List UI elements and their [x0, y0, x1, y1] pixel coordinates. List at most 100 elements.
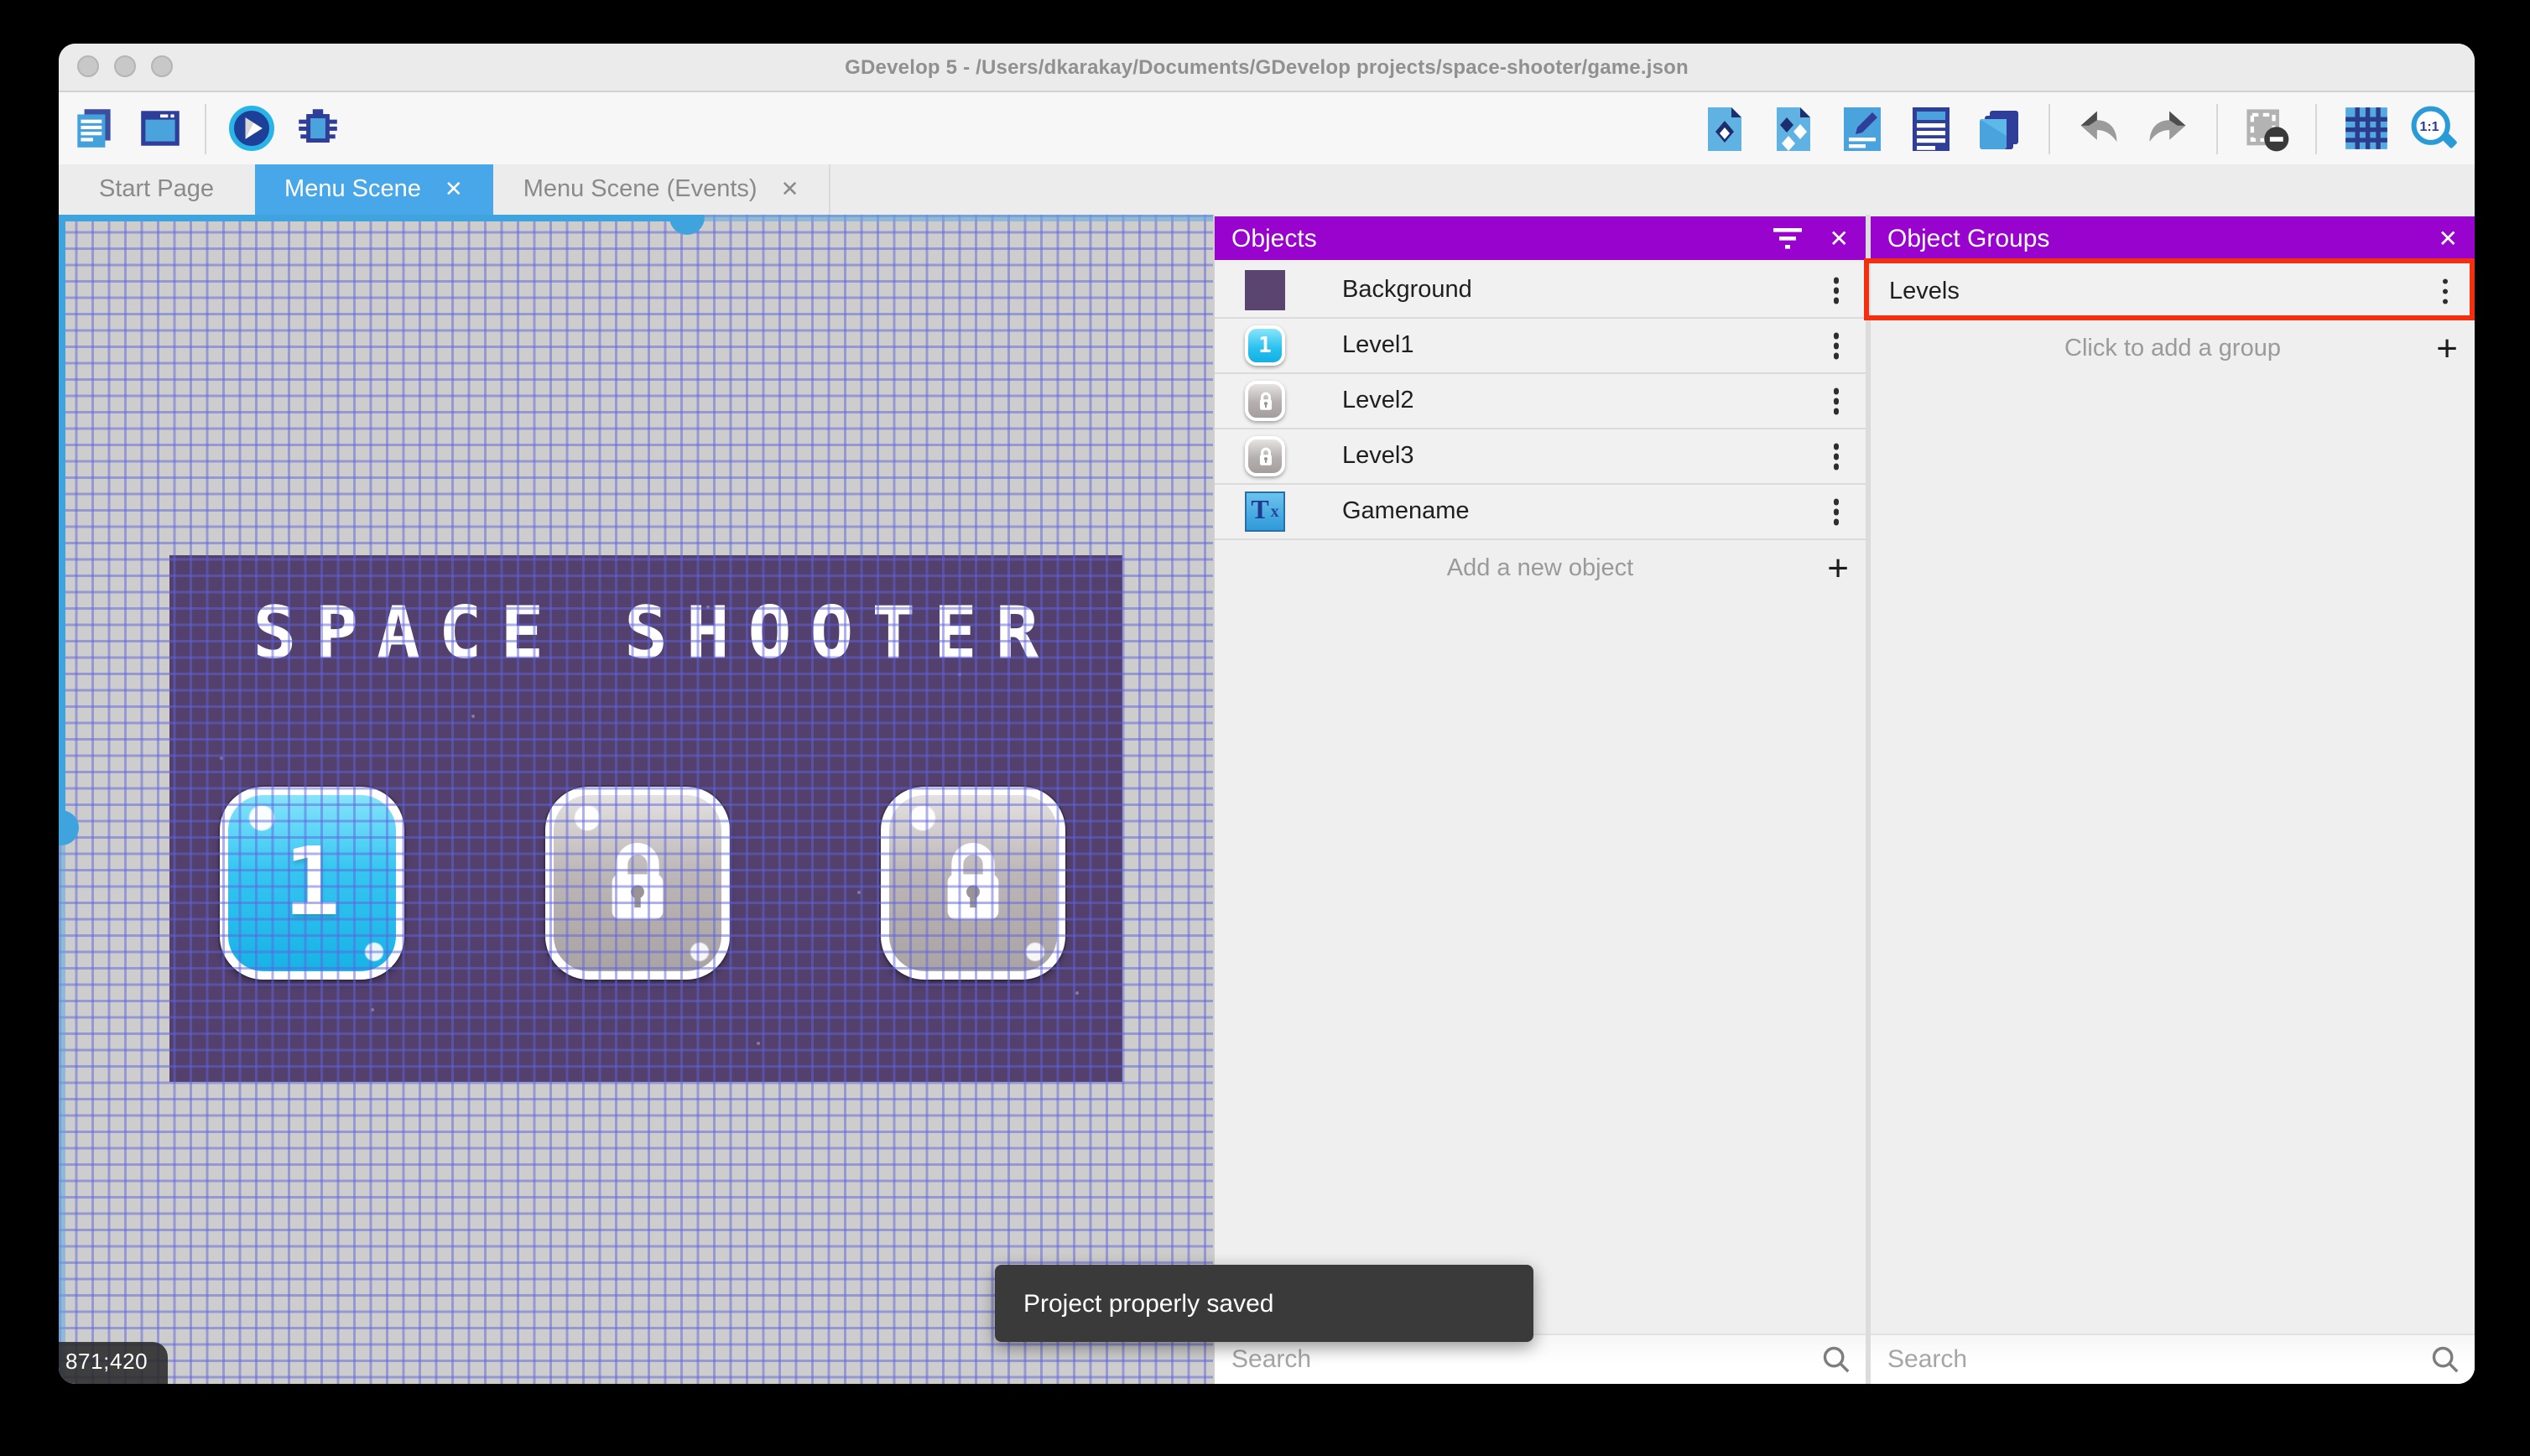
tab-menu-scene[interactable]: Menu Scene ✕ — [254, 164, 493, 215]
selection-edge-top-faded — [701, 215, 1213, 221]
properties-icon[interactable] — [1837, 103, 1887, 153]
grid-icon[interactable] — [2340, 103, 2391, 153]
lock-icon — [1254, 444, 1276, 469]
search-icon — [2429, 1344, 2461, 1375]
plus-icon[interactable]: + — [2436, 330, 2458, 367]
objects-editor-icon[interactable] — [1700, 103, 1750, 153]
lock-icon — [926, 829, 1020, 937]
toast: Project properly saved — [995, 1265, 1533, 1342]
window-title: GDevelop 5 - /Users/dkarakay/Documents/G… — [59, 55, 2475, 79]
undo-icon[interactable] — [2074, 103, 2124, 153]
object-thumbnail-lock — [1245, 381, 1285, 421]
object-row-background[interactable]: Background — [1215, 263, 1866, 319]
level1-digit: 1 — [284, 829, 340, 938]
groups-list: Levels Click to add a group + — [1871, 260, 2475, 376]
lock-icon — [1254, 388, 1276, 413]
selection-resize-handle-left[interactable] — [59, 810, 79, 845]
objects-panel: Objects ✕ Background 1 Level1 — [1213, 215, 1866, 1384]
group-name: Levels — [1889, 278, 1960, 304]
scene-window-icon[interactable] — [134, 103, 185, 153]
level1-button-object[interactable]: 1 — [220, 787, 404, 980]
gdevelop-window: GDevelop 5 - /Users/dkarakay/Documents/G… — [59, 44, 2475, 1384]
add-new-object-button[interactable]: Add a new object + — [1215, 540, 1866, 595]
traffic-lights — [77, 55, 173, 77]
objects-search-input[interactable] — [1215, 1335, 1866, 1384]
selection-edge-left — [59, 215, 65, 829]
close-panel-icon[interactable]: ✕ — [1830, 224, 1849, 252]
groups-search-input[interactable] — [1871, 1335, 2475, 1384]
toolbar-right: 1:1 — [1700, 92, 2460, 164]
search-icon — [1820, 1344, 1852, 1375]
scene-background-object[interactable]: SPACE SHOOTER 1 — [169, 555, 1122, 1082]
kebab-menu-icon[interactable] — [1826, 326, 1845, 366]
filter-icon[interactable] — [1774, 226, 1803, 250]
redo-icon[interactable] — [2142, 103, 2193, 153]
groups-search-bar — [1871, 1334, 2475, 1384]
lock-icon — [591, 829, 685, 937]
object-thumbnail-text: Tx — [1245, 491, 1285, 532]
add-group-button[interactable]: Click to add a group + — [1871, 320, 2475, 376]
toolbar-left — [59, 103, 342, 153]
add-group-label: Click to add a group — [2064, 335, 2281, 361]
object-name: Gamename — [1342, 498, 1470, 525]
scene-stars-decoration — [169, 555, 173, 559]
zoom-1-1-icon[interactable]: 1:1 — [2409, 103, 2460, 153]
debug-icon[interactable] — [292, 103, 342, 153]
scene-title-text: SPACE SHOOTER — [169, 592, 1122, 676]
main-toolbar: 1:1 — [59, 92, 2475, 164]
object-name: Background — [1342, 277, 1472, 304]
objects-panel-header: Objects ✕ — [1215, 216, 1866, 260]
level3-button-object[interactable] — [881, 787, 1065, 980]
kebab-menu-icon[interactable] — [1826, 271, 1845, 310]
project-manager-icon[interactable] — [69, 103, 119, 153]
editor-tabs: Start Page Menu Scene ✕ Menu Scene (Even… — [59, 164, 2475, 215]
selection-edge-top — [59, 215, 701, 221]
close-tab-icon[interactable]: ✕ — [781, 176, 799, 203]
plus-icon[interactable]: + — [1827, 549, 1849, 586]
object-row-level1[interactable]: 1 Level1 — [1215, 319, 1866, 374]
objects-list: Background 1 Level1 Level2 — [1215, 260, 1866, 595]
title-bar: GDevelop 5 - /Users/dkarakay/Documents/G… — [59, 44, 2475, 92]
object-thumbnail-color-swatch — [1245, 270, 1285, 310]
cursor-coordinates-label: 871;420 — [59, 1342, 168, 1384]
tab-label: Menu Scene — [284, 176, 421, 203]
object-row-level2[interactable]: Level2 — [1215, 374, 1866, 429]
kebab-menu-icon[interactable] — [1826, 437, 1845, 476]
group-row-levels[interactable]: Levels — [1871, 263, 2475, 320]
toast-message: Project properly saved — [1023, 1289, 1274, 1318]
kebab-menu-icon[interactable] — [2435, 272, 2455, 311]
minimize-window-button[interactable] — [114, 55, 136, 77]
instances-list-icon[interactable] — [1906, 103, 1956, 153]
layers-icon[interactable] — [1975, 103, 2025, 153]
toolbar-separator — [2216, 103, 2218, 153]
zoom-window-button[interactable] — [151, 55, 173, 77]
close-panel-icon[interactable]: ✕ — [2439, 224, 2458, 252]
tab-menu-scene-events[interactable]: Menu Scene (Events) ✕ — [493, 164, 831, 215]
scene-canvas[interactable]: SPACE SHOOTER 1 — [59, 215, 1213, 1384]
object-name: Level1 — [1342, 332, 1413, 359]
toggle-window-mask-icon[interactable] — [2241, 103, 2292, 153]
toolbar-separator — [205, 103, 206, 153]
add-new-object-label: Add a new object — [1447, 554, 1634, 581]
preview-play-icon[interactable] — [226, 103, 277, 153]
object-thumbnail-button-1: 1 — [1245, 325, 1285, 366]
close-tab-icon[interactable]: ✕ — [445, 176, 463, 203]
object-name: Level3 — [1342, 443, 1413, 470]
tab-label: Menu Scene (Events) — [523, 176, 757, 203]
objects-panel-title: Objects — [1231, 224, 1774, 252]
kebab-menu-icon[interactable] — [1826, 492, 1845, 532]
toolbar-separator — [2315, 103, 2317, 153]
toolbar-separator — [2048, 103, 2050, 153]
tab-label: Start Page — [99, 176, 214, 203]
object-row-level3[interactable]: Level3 — [1215, 429, 1866, 485]
groups-panel-title: Object Groups — [1887, 224, 2439, 252]
object-groups-icon[interactable] — [1768, 103, 1819, 153]
zoom-ratio-label: 1:1 — [2414, 118, 2444, 133]
tab-start-page[interactable]: Start Page — [59, 164, 254, 215]
close-window-button[interactable] — [77, 55, 99, 77]
object-row-gamename[interactable]: Tx Gamename — [1215, 485, 1866, 540]
selection-resize-handle-top[interactable] — [669, 215, 705, 235]
kebab-menu-icon[interactable] — [1826, 382, 1845, 421]
level2-button-object[interactable] — [545, 787, 730, 980]
editor-content: SPACE SHOOTER 1 — [59, 215, 2475, 1384]
